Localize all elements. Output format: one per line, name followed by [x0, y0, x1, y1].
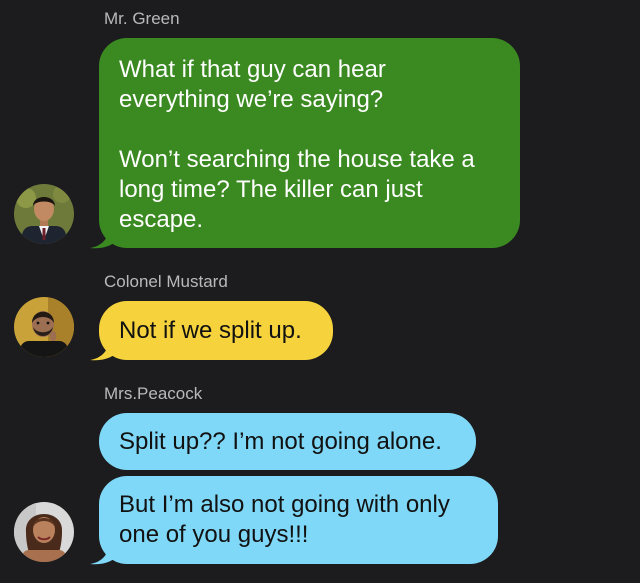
message-text-line: Split up?? I’m not going alone. [119, 428, 442, 455]
message-text-line: escape. [119, 206, 204, 233]
message-bubble[interactable]: But I’m also not going with only one of … [99, 476, 498, 564]
bubble-tail [90, 227, 114, 249]
message-paragraph: Won’t searching the house take a long ti… [119, 145, 500, 235]
message-text-line: Won’t searching the house take a [119, 146, 475, 173]
message-text-line: long time? The killer can just [119, 176, 423, 203]
sender-name: Colonel Mustard [104, 272, 228, 291]
message-bubble[interactable]: Split up?? I’m not going alone. [99, 413, 476, 470]
message-text-line: everything we’re saying? [119, 86, 384, 113]
message-bubble[interactable]: What if that guy can hear everything we’… [99, 38, 520, 248]
bearded-man-avatar-icon[interactable] [14, 297, 74, 357]
message-text-line: Not if we split up. [119, 317, 302, 344]
message-paragraph: What if that guy can hear everything we’… [119, 55, 500, 115]
bubble-tail [90, 543, 114, 565]
sender-name: Mrs.Peacock [104, 384, 203, 403]
woman-avatar-icon[interactable] [14, 502, 74, 562]
sender-name: Mr. Green [104, 9, 180, 28]
message-paragraph: Split up?? I’m not going alone. [119, 427, 456, 457]
bubble-tail [90, 339, 114, 361]
message-text-line: one of you guys!!! [119, 521, 309, 548]
message-paragraph: But I’m also not going with only one of … [119, 490, 478, 550]
message-bubble[interactable]: Not if we split up. [99, 301, 333, 360]
message-text-line: But I’m also not going with only [119, 491, 450, 518]
man-in-suit-avatar-icon[interactable] [14, 184, 74, 244]
message-paragraph: Not if we split up. [119, 316, 313, 346]
message-text-line: What if that guy can hear [119, 56, 386, 83]
